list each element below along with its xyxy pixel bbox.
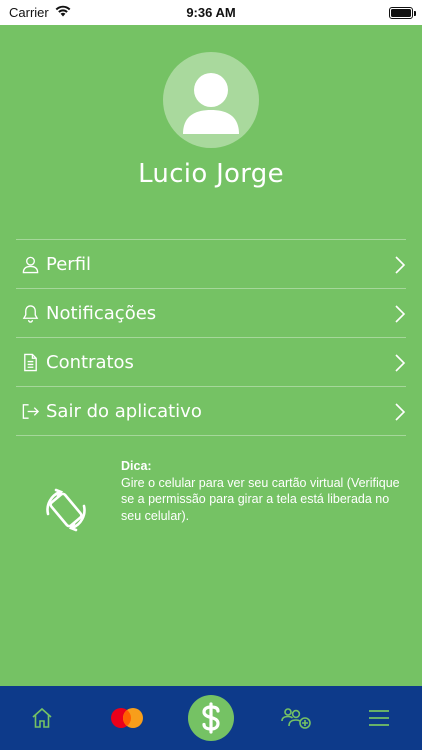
menu-item-sair[interactable]: Sair do aplicativo — [16, 387, 406, 436]
tip-text: Dica: Gire o celular para ver seu cartão… — [121, 458, 411, 524]
chevron-right-icon — [394, 353, 406, 373]
menu-item-label: Sair do aplicativo — [46, 400, 202, 422]
battery-icon — [389, 6, 416, 19]
tip-body: Gire o celular para ver seu cartão virtu… — [121, 475, 400, 523]
add-user-icon — [281, 708, 311, 729]
nav-add-user[interactable] — [274, 686, 318, 750]
user-icon — [16, 255, 46, 274]
logout-icon — [16, 402, 46, 421]
menu-item-perfil[interactable]: Perfil — [16, 240, 406, 289]
bottom-nav — [0, 686, 422, 750]
status-left: Carrier — [9, 5, 71, 20]
profile-name: Lucio Jorge — [138, 159, 284, 189]
profile-menu: Perfil Notificações Contratos Sair do ap… — [16, 239, 406, 436]
hamburger-icon — [369, 710, 389, 726]
document-icon — [16, 353, 46, 372]
menu-item-label: Perfil — [46, 253, 92, 275]
user-avatar-icon — [183, 73, 239, 134]
menu-item-label: Notificações — [46, 302, 157, 324]
home-icon — [32, 707, 52, 728]
nav-menu[interactable] — [360, 686, 398, 750]
nav-payments[interactable] — [188, 695, 234, 741]
bell-icon — [16, 304, 46, 323]
chevron-right-icon — [394, 255, 406, 275]
menu-item-notificacoes[interactable]: Notificações — [16, 289, 406, 338]
status-bar: Carrier 9:36 AM — [0, 0, 422, 25]
menu-item-contratos[interactable]: Contratos — [16, 338, 406, 387]
chevron-right-icon — [394, 402, 406, 422]
avatar[interactable] — [163, 52, 259, 148]
mastercard-icon — [111, 708, 143, 728]
nav-home[interactable] — [22, 686, 62, 750]
wifi-icon — [55, 5, 71, 20]
nav-card[interactable] — [104, 686, 150, 750]
dollar-icon — [202, 702, 220, 734]
chevron-right-icon — [394, 304, 406, 324]
rotate-phone-icon — [40, 484, 92, 536]
menu-item-label: Contratos — [46, 351, 134, 373]
tip-title: Dica: — [121, 459, 152, 473]
carrier-label: Carrier — [9, 5, 49, 20]
